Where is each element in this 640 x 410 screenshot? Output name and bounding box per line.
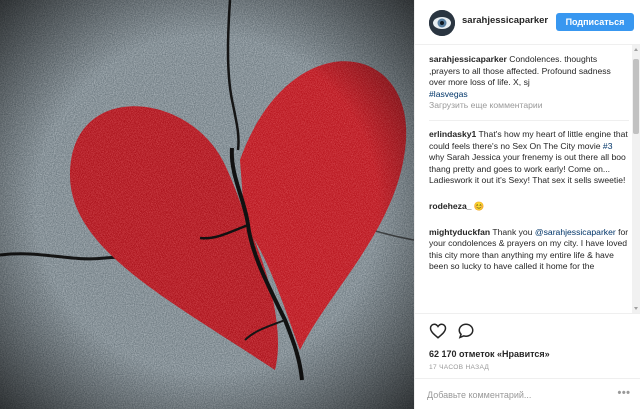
post-sidebar: sarahjessicaparker Подписаться sarahjess… xyxy=(414,0,640,409)
comment-item: rodeheza_ 😊 xyxy=(429,194,629,220)
comment-button[interactable] xyxy=(457,322,475,340)
comments-list[interactable]: sarahjessicaparker Condolences. thoughts… xyxy=(415,45,640,313)
avatar-image xyxy=(429,10,455,36)
comment-mention[interactable]: @sarahjessicaparker xyxy=(535,227,616,237)
comment-hashtag[interactable]: #3 xyxy=(603,141,613,151)
add-comment-box: ••• xyxy=(415,378,640,410)
post-caption: sarahjessicaparker Condolences. thoughts… xyxy=(429,54,629,100)
heart-outline-icon xyxy=(429,323,447,339)
post-actions: 62 170 отметок «Нравится» 17 ЧАСОВ НАЗАД… xyxy=(415,313,640,409)
like-button[interactable] xyxy=(429,322,447,340)
caption-hashtag[interactable]: #lasvegas xyxy=(429,89,468,99)
comment-item: mightyduckfan Thank you @sarahjessicapar… xyxy=(429,220,629,280)
scroll-down-arrow-icon[interactable] xyxy=(634,307,638,310)
broken-heart-graffiti-image xyxy=(0,0,414,409)
add-comment-input[interactable] xyxy=(427,386,587,404)
comment-username[interactable]: erlindasky1 xyxy=(429,129,476,139)
comment-username[interactable]: mightyduckfan xyxy=(429,227,490,237)
comment-bubble-icon xyxy=(458,323,474,339)
caption-username[interactable]: sarahjessicaparker xyxy=(429,54,507,64)
follow-button[interactable]: Подписаться xyxy=(556,13,634,31)
more-options-icon[interactable]: ••• xyxy=(617,388,631,402)
comment-text: Thank you xyxy=(492,226,533,237)
post-photo[interactable] xyxy=(0,0,414,409)
scroll-up-arrow-icon[interactable] xyxy=(634,48,638,51)
comment-text: why Sarah Jessica your frenemy is out th… xyxy=(429,152,626,186)
comment-username[interactable]: rodeheza_ xyxy=(429,201,472,211)
scrollbar-thumb[interactable] xyxy=(633,59,639,134)
post-author-username[interactable]: sarahjessicaparker xyxy=(462,15,548,26)
post-header: sarahjessicaparker Подписаться xyxy=(415,0,640,45)
load-more-comments-link[interactable]: Загрузить еще комментарии xyxy=(429,100,629,112)
likes-count[interactable]: 62 170 отметок «Нравится» xyxy=(429,349,550,359)
comment-text: 😊 xyxy=(473,200,485,211)
post-timestamp: 17 ЧАСОВ НАЗАД xyxy=(429,364,490,371)
comment-item: erlindasky1 That's how my heart of littl… xyxy=(429,119,629,194)
comments-scrollbar[interactable] xyxy=(632,45,640,313)
avatar[interactable] xyxy=(429,10,455,36)
